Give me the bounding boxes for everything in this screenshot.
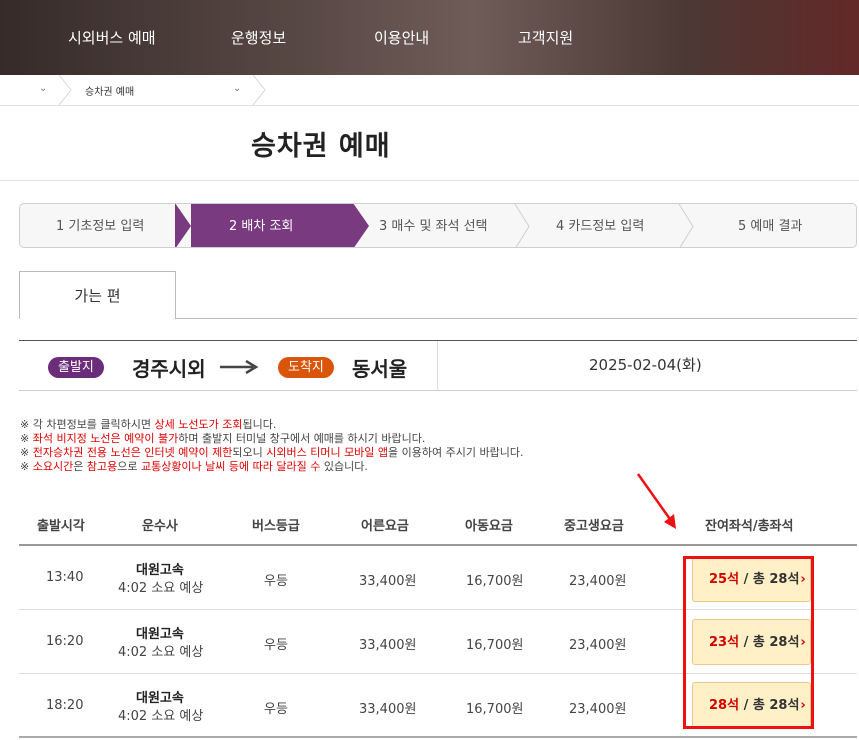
arrival-city: 동서울	[352, 357, 408, 381]
child-fare: 16,700원	[466, 638, 524, 653]
notice-text: 하며 출발지 터미널 창구에서 예매를 하시기 바랍니다.	[178, 432, 426, 445]
departure-time: 13:40	[46, 570, 84, 585]
child-fare: 16,700원	[466, 574, 524, 589]
nav-item-usage-guide[interactable]: 이용안내	[374, 27, 429, 48]
notice-highlight: 전자승차권 전용 노선은 인터넷 예약이 제한	[32, 446, 233, 459]
divider	[437, 341, 438, 391]
notice-text: 있습니다.	[320, 460, 368, 473]
step-booking-result: 5 예매 결과	[738, 219, 803, 234]
notice-highlight: 소요시간	[32, 460, 74, 473]
notice-item: ※ 소요시간은 참고용으로 교통상황이나 날씨 등에 따라 달라질 수 있습니다…	[20, 460, 523, 474]
notice-text: ※	[20, 432, 33, 445]
notice-item: ※ 좌석 비지정 노선은 예약이 불가하며 출발지 터미널 창구에서 예매를 하…	[20, 432, 523, 446]
departure-badge: 출발지	[48, 357, 104, 378]
header-seats: 잔여좌석/총좌석	[705, 519, 794, 534]
bus-grade: 우등	[264, 574, 288, 589]
step-basic-info: 1 기초정보 입력	[56, 219, 145, 234]
step-separator	[514, 204, 530, 247]
nav-item-customer-support[interactable]: 고객지원	[518, 27, 573, 48]
notice-highlight: 좌석 비지정 노선은 예약이 불가	[32, 432, 179, 445]
notice-text: 되오니	[232, 446, 267, 459]
breadcrumb-separator	[58, 75, 72, 105]
carrier-name: 대원고속	[136, 627, 184, 642]
bus-grade: 우등	[264, 702, 288, 717]
travel-duration: 4:02 소요 예상	[118, 581, 204, 596]
breadcrumb-current[interactable]: 승차권 예매	[85, 83, 134, 98]
notice-highlight: 시외버스 티머니 모바일 앱	[266, 446, 389, 459]
notice-item: ※ 각 차편정보를 클릭하시면 상세 노선도가 조회됩니다.	[20, 418, 523, 432]
breadcrumb: ⌄ 승차권 예매 ⌄	[0, 75, 859, 106]
divider	[0, 180, 859, 181]
breadcrumb-separator	[252, 75, 266, 105]
carrier-name: 대원고속	[136, 691, 184, 706]
nav-item-route-info[interactable]: 운행정보	[231, 27, 286, 48]
notice-highlight: 참고용	[86, 460, 118, 473]
notice-item: ※ 전자승차권 전용 노선은 인터넷 예약이 제한되오니 시외버스 티머니 모바…	[20, 446, 523, 460]
header-departure-time: 출발시각	[37, 519, 85, 534]
departure-time: 16:20	[46, 634, 84, 649]
header-adult-fare: 어른요금	[361, 519, 409, 534]
notice-text: 됩니다.	[242, 418, 277, 431]
header-bus-grade: 버스등급	[252, 519, 300, 534]
nav-item-intercity-booking[interactable]: 시외버스 예매	[68, 27, 156, 48]
step-separator	[678, 204, 694, 247]
notice-text: ※ 각 차편정보를 클릭하시면	[20, 418, 155, 431]
tab-outbound[interactable]: 가는 편	[19, 271, 176, 319]
step-seat-selection: 3 매수 및 좌석 선택	[379, 219, 488, 234]
step-schedule-search: 2 배차 조회	[229, 219, 294, 234]
top-navigation: 시외버스 예매 운행정보 이용안내 고객지원	[0, 0, 859, 75]
header-teen-fare: 중고생요금	[564, 519, 624, 534]
divider	[19, 736, 857, 738]
notice-text: ※	[20, 460, 33, 473]
notice-text: ※	[20, 446, 33, 459]
schedule-table-header: 출발시각 운수사 버스등급 어른요금 아동요금 중고생요금 잔여좌석/총좌석	[19, 504, 857, 546]
adult-fare: 33,400원	[359, 702, 417, 717]
travel-duration: 4:02 소요 예상	[118, 645, 204, 660]
teen-fare: 23,400원	[569, 638, 627, 653]
arrow-right-icon	[220, 360, 259, 374]
chevron-down-icon[interactable]: ⌄	[39, 83, 47, 94]
page-title: 승차권 예매	[251, 131, 391, 162]
bus-grade: 우등	[264, 638, 288, 653]
step-active-arrow	[353, 204, 369, 247]
child-fare: 16,700원	[466, 702, 524, 717]
teen-fare: 23,400원	[569, 702, 627, 717]
travel-duration: 4:02 소요 예상	[118, 709, 204, 724]
step-progress-bar: 1 기초정보 입력 2 배차 조회 3 매수 및 좌석 선택 4 카드정보 입력…	[19, 203, 857, 248]
notice-highlight: 교통상황이나 날씨 등에 따라 달라질 수	[140, 460, 321, 473]
highlight-annotation	[683, 556, 814, 729]
adult-fare: 33,400원	[359, 638, 417, 653]
arrival-badge: 도착지	[278, 357, 334, 378]
departure-time: 18:20	[46, 698, 84, 713]
notice-list: ※ 각 차편정보를 클릭하시면 상세 노선도가 조회됩니다. ※ 좌석 비지정 …	[20, 418, 523, 474]
route-summary: 출발지 경주시외 도착지 동서울 2025-02-04(화)	[19, 340, 857, 391]
step-active-notch	[175, 204, 191, 247]
header-child-fare: 아동요금	[465, 519, 513, 534]
teen-fare: 23,400원	[569, 574, 627, 589]
notice-highlight: 상세 노선도가 조회	[154, 418, 243, 431]
chevron-down-icon[interactable]: ⌄	[233, 83, 241, 94]
departure-city: 경주시외	[132, 357, 206, 381]
carrier-name: 대원고속	[136, 563, 184, 578]
header-carrier: 운수사	[142, 519, 178, 534]
step-card-info: 4 카드정보 입력	[556, 219, 645, 234]
notice-text: 은	[73, 460, 87, 473]
adult-fare: 33,400원	[359, 574, 417, 589]
tab-underline	[176, 318, 857, 319]
notice-text: 을 이용하여 주시기 바랍니다.	[388, 446, 524, 459]
notice-text: 으로	[117, 460, 141, 473]
departure-date: 2025-02-04(화)	[589, 356, 702, 374]
